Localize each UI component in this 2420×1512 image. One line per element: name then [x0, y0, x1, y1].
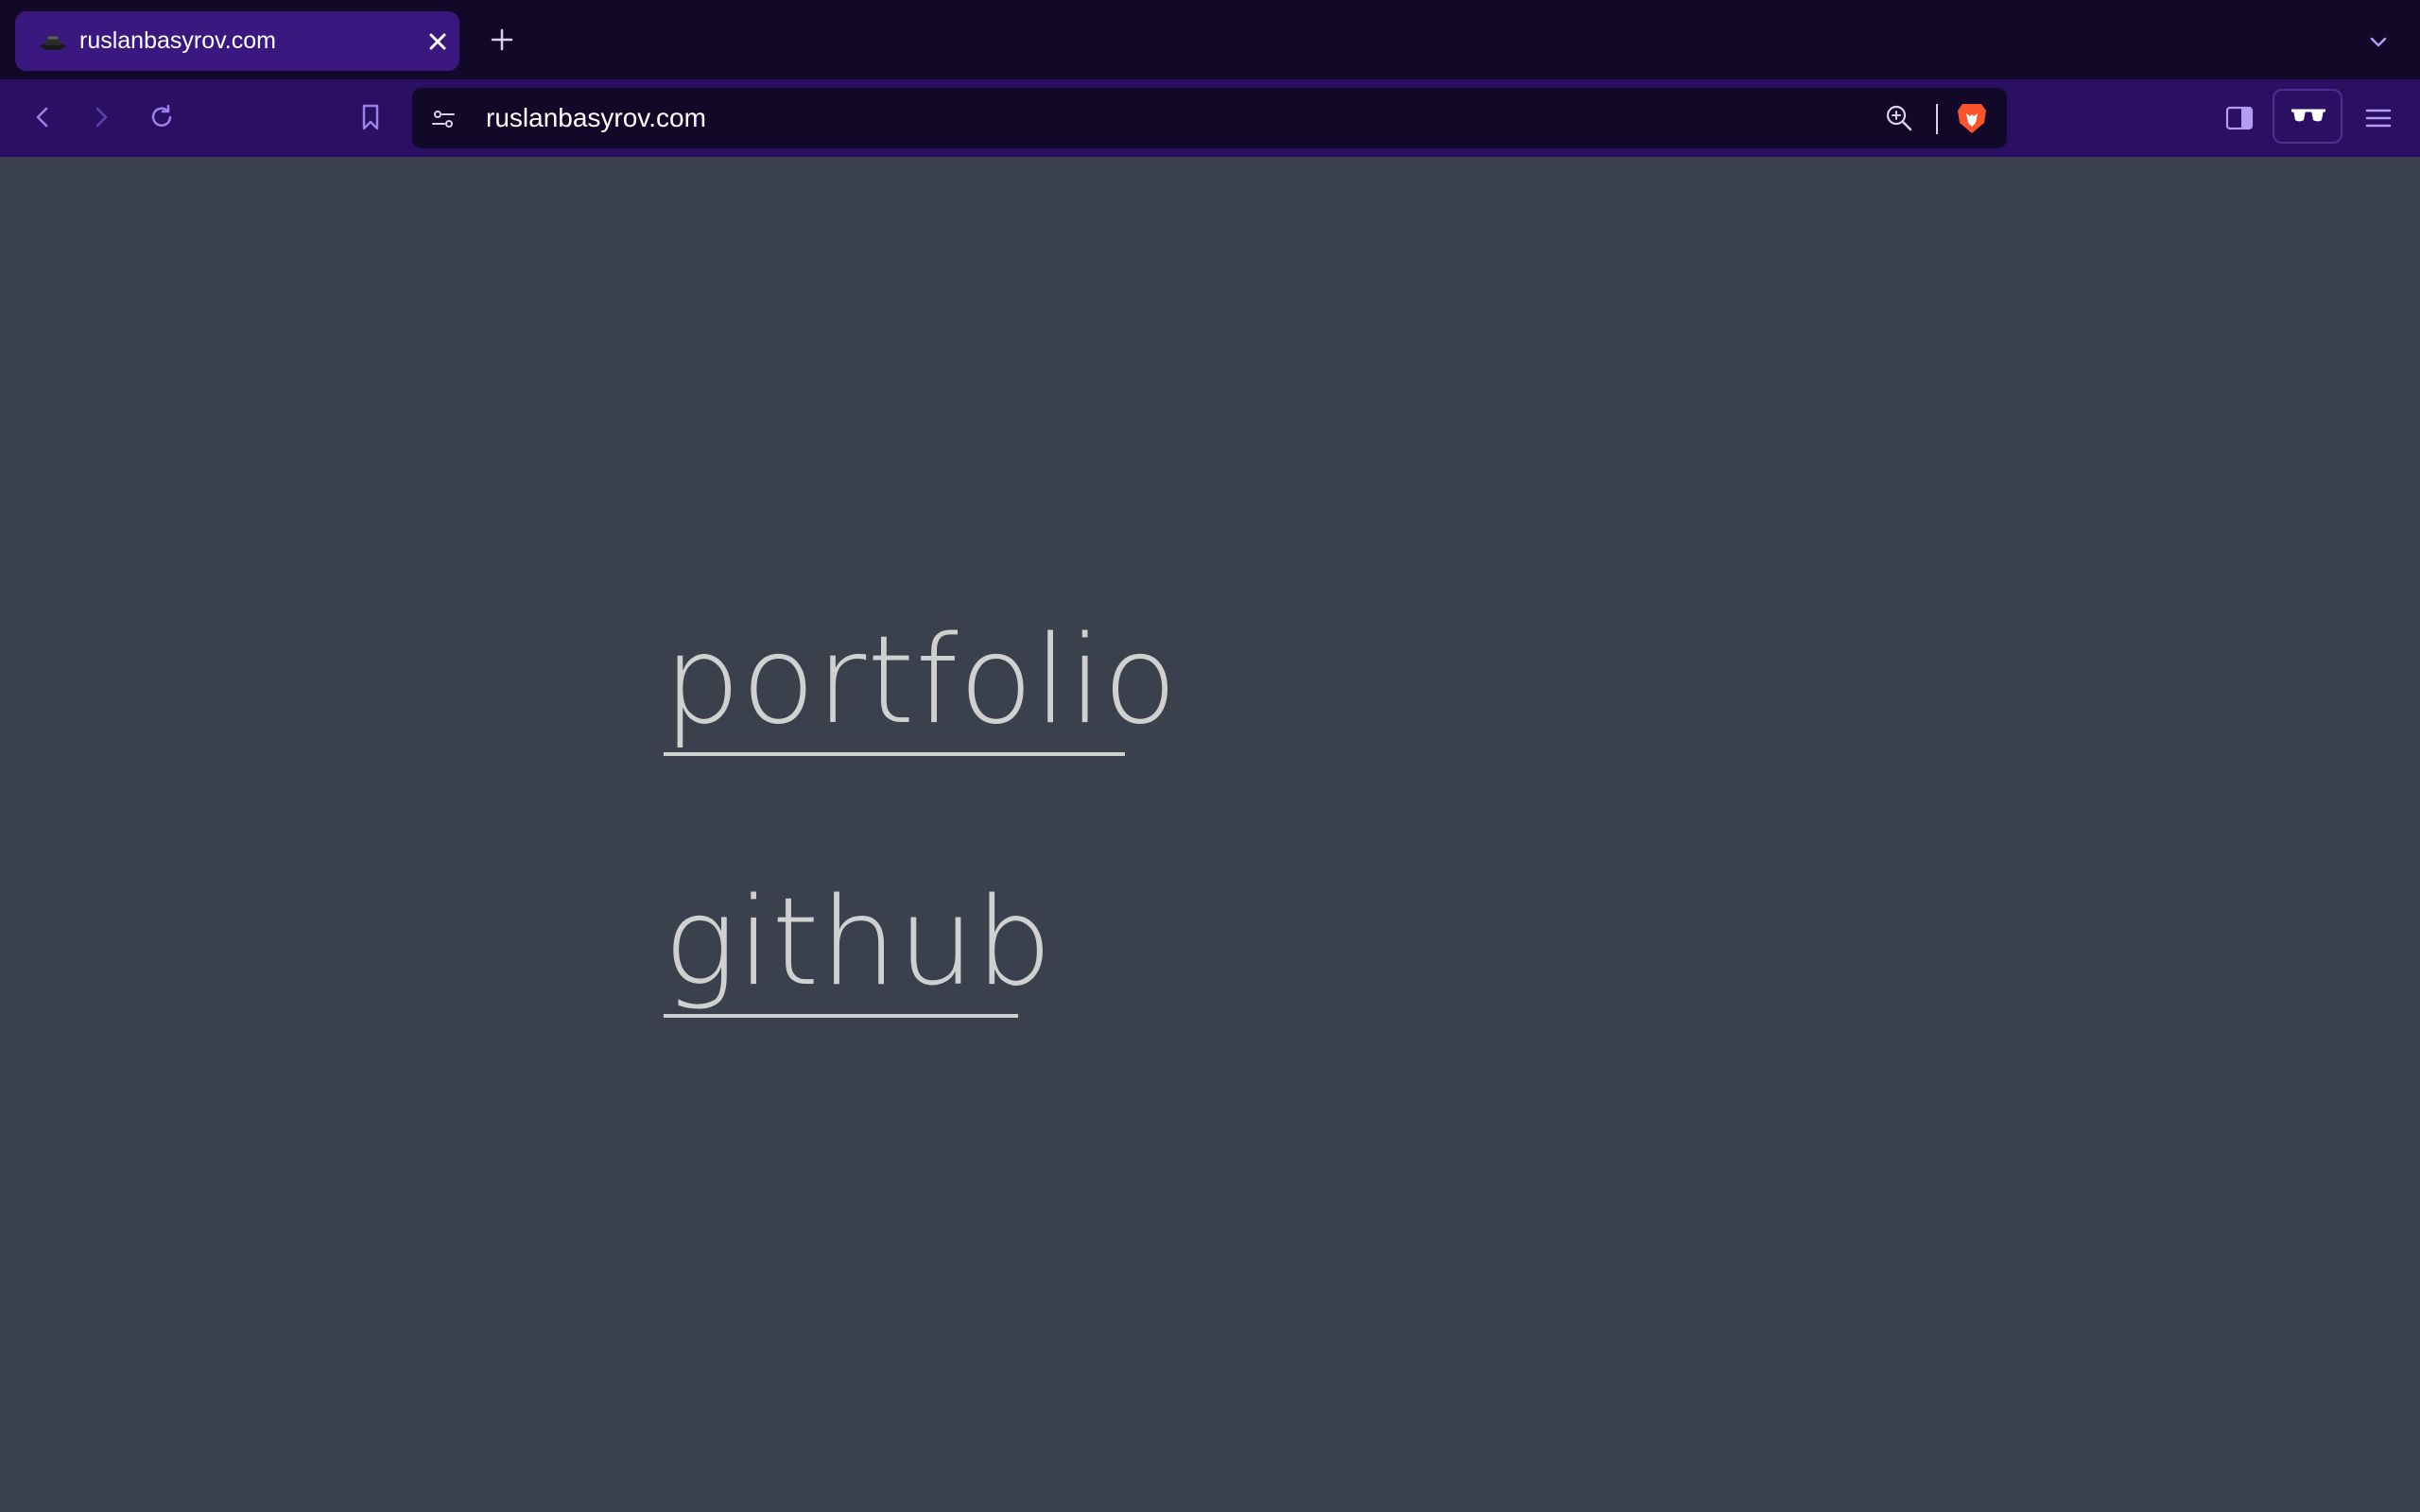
close-icon[interactable] [425, 29, 450, 54]
glasses-icon [2290, 102, 2327, 130]
github-link[interactable]: github [664, 872, 1052, 1018]
chevron-down-icon[interactable] [2365, 28, 2392, 55]
forward-arrow-icon[interactable] [87, 103, 115, 131]
address-divider [1936, 104, 1938, 134]
site-settings-icon[interactable] [429, 105, 458, 133]
navigation-toolbar: ruslanbasyrov.com [0, 79, 2420, 157]
hamburger-menu-icon[interactable] [2363, 103, 2394, 133]
address-bar[interactable]: ruslanbasyrov.com [412, 88, 2007, 148]
brave-lion-icon[interactable] [1955, 100, 1989, 136]
active-tab[interactable]: ruslanbasyrov.com [15, 11, 459, 71]
address-text[interactable]: ruslanbasyrov.com [486, 88, 706, 148]
reader-mode-button[interactable] [2273, 89, 2342, 144]
zoom-in-icon[interactable] [1883, 102, 1915, 134]
hat-icon [38, 30, 68, 53]
page-content: portfolio github [0, 157, 2420, 1512]
sidebar-icon[interactable] [2223, 102, 2256, 134]
portfolio-link[interactable]: portfolio [664, 610, 1177, 756]
back-arrow-icon[interactable] [28, 103, 57, 131]
tab-strip: ruslanbasyrov.com [0, 0, 2420, 79]
bookmark-icon[interactable] [356, 102, 385, 132]
tab-title: ruslanbasyrov.com [79, 27, 276, 54]
reload-icon[interactable] [147, 102, 177, 132]
plus-icon[interactable] [487, 25, 517, 55]
